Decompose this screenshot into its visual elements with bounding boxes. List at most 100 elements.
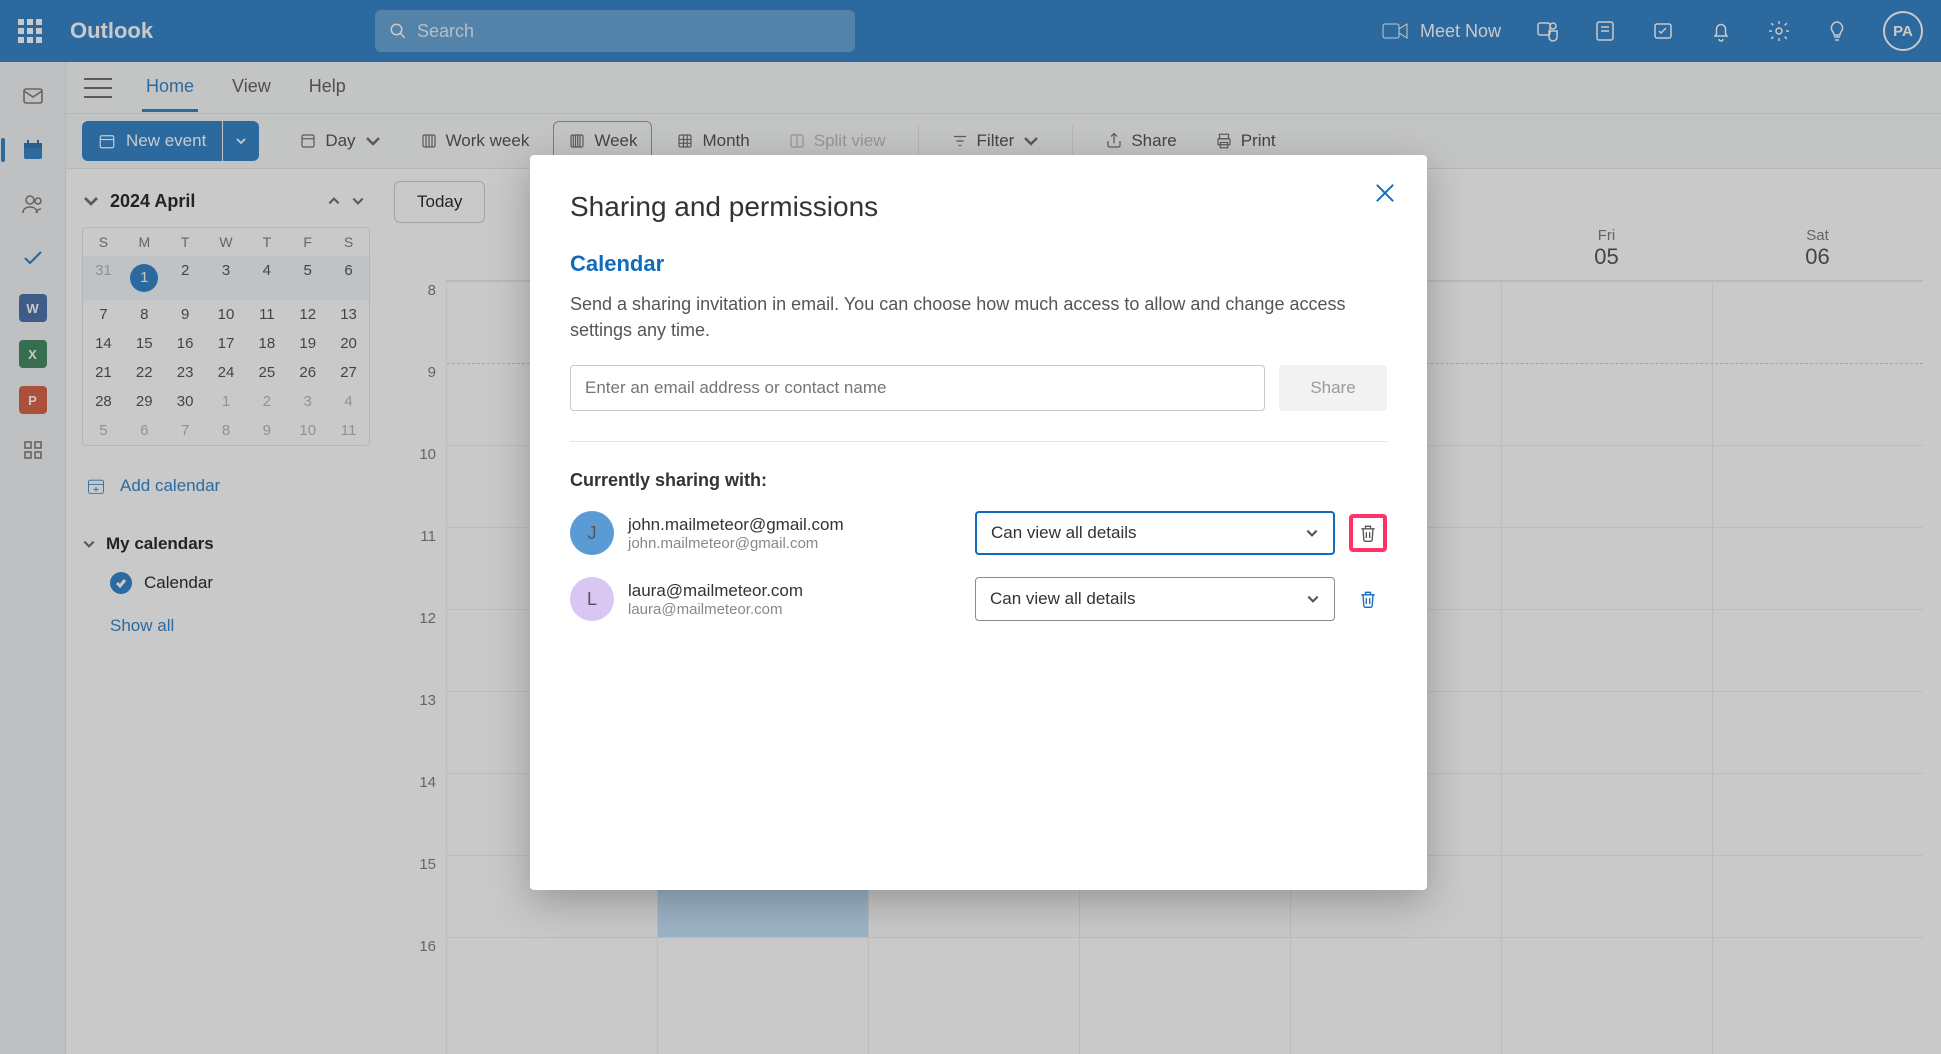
mini-cal-day[interactable]: 28: [83, 387, 124, 416]
rail-calendar[interactable]: [15, 132, 51, 168]
mini-cal-day[interactable]: 26: [287, 358, 328, 387]
chevron-down-icon[interactable]: [82, 192, 100, 210]
mini-cal-day[interactable]: 25: [246, 358, 287, 387]
mini-cal-day[interactable]: 18: [246, 329, 287, 358]
mini-cal-day[interactable]: 3: [287, 387, 328, 416]
rail-more-apps[interactable]: [15, 432, 51, 468]
mini-cal-day[interactable]: 7: [165, 416, 206, 445]
mini-cal-day[interactable]: 6: [124, 416, 165, 445]
month-title: 2024 April: [110, 191, 322, 212]
mini-cal-day[interactable]: 5: [287, 256, 328, 300]
month-prev[interactable]: [322, 189, 346, 213]
nav-toggle-icon[interactable]: [84, 78, 112, 98]
mini-cal-day[interactable]: 10: [287, 416, 328, 445]
mini-calendar[interactable]: SMTWTFS 31123456789101112131415161718192…: [82, 227, 370, 446]
my-calendars-group[interactable]: My calendars: [82, 526, 370, 562]
tab-view[interactable]: View: [228, 64, 275, 112]
rail-people[interactable]: [15, 186, 51, 222]
sharing-permissions-modal: Sharing and permissions Calendar Send a …: [530, 155, 1427, 890]
tab-help[interactable]: Help: [305, 64, 350, 112]
split-icon: [788, 132, 806, 150]
mini-cal-day[interactable]: 27: [328, 358, 369, 387]
mini-cal-day[interactable]: 11: [246, 300, 287, 329]
permission-select[interactable]: Can view all details: [975, 577, 1335, 621]
share-email-input[interactable]: [570, 365, 1265, 411]
time-column: 8910111213141516: [386, 281, 446, 1054]
rail-excel-icon[interactable]: X: [19, 340, 47, 368]
mini-cal-day[interactable]: 10: [206, 300, 247, 329]
calendar-name: Calendar: [570, 251, 1387, 277]
mini-cal-day[interactable]: 21: [83, 358, 124, 387]
mini-cal-day[interactable]: 13: [328, 300, 369, 329]
mini-cal-day[interactable]: 17: [206, 329, 247, 358]
rail-word-icon[interactable]: W: [19, 294, 47, 322]
view-workweek-button[interactable]: Work week: [406, 121, 544, 161]
mini-cal-day[interactable]: 12: [287, 300, 328, 329]
mini-cal-day[interactable]: 11: [328, 416, 369, 445]
mini-cal-day[interactable]: 22: [124, 358, 165, 387]
mini-cal-day[interactable]: 4: [246, 256, 287, 300]
mini-cal-day[interactable]: 2: [246, 387, 287, 416]
remove-share-button[interactable]: [1349, 514, 1387, 552]
gear-icon[interactable]: [1767, 19, 1791, 43]
chevron-down-icon: [1022, 132, 1040, 150]
permission-select[interactable]: Can view all details: [975, 511, 1335, 555]
remove-share-button[interactable]: [1349, 580, 1387, 618]
tips-icon[interactable]: [1825, 19, 1849, 43]
mini-cal-day[interactable]: 30: [165, 387, 206, 416]
mini-cal-day[interactable]: 1: [206, 387, 247, 416]
mini-cal-day[interactable]: 7: [83, 300, 124, 329]
teams-icon[interactable]: [1535, 19, 1559, 43]
command-tabs: Home View Help: [66, 62, 1941, 114]
mini-cal-day[interactable]: 1: [124, 256, 165, 300]
show-all-button[interactable]: Show all: [82, 604, 370, 648]
view-day-button[interactable]: Day: [285, 121, 395, 161]
calendar-list-item[interactable]: Calendar: [82, 562, 370, 604]
mini-cal-day[interactable]: 24: [206, 358, 247, 387]
tab-home[interactable]: Home: [142, 64, 198, 112]
search-input[interactable]: [417, 21, 841, 42]
close-button[interactable]: [1371, 179, 1399, 207]
mini-cal-day[interactable]: 23: [165, 358, 206, 387]
new-event-caret[interactable]: [223, 121, 259, 161]
mini-cal-day[interactable]: 8: [124, 300, 165, 329]
mini-cal-day[interactable]: 29: [124, 387, 165, 416]
mini-cal-day[interactable]: 14: [83, 329, 124, 358]
mini-cal-day[interactable]: 20: [328, 329, 369, 358]
mini-cal-day[interactable]: 6: [328, 256, 369, 300]
rail-tasks[interactable]: [15, 240, 51, 276]
hour-label: 11: [386, 527, 446, 609]
mini-cal-day[interactable]: 15: [124, 329, 165, 358]
modal-title: Sharing and permissions: [570, 191, 1387, 223]
mini-cal-day[interactable]: 9: [165, 300, 206, 329]
mini-cal-day[interactable]: 4: [328, 387, 369, 416]
todo-icon[interactable]: [1651, 19, 1675, 43]
mini-cal-day[interactable]: 9: [246, 416, 287, 445]
entry-name: laura@mailmeteor.com: [628, 581, 961, 601]
new-event-button[interactable]: New event: [82, 121, 222, 161]
rail-powerpoint-icon[interactable]: P: [19, 386, 47, 414]
bell-icon[interactable]: [1709, 19, 1733, 43]
mini-cal-day[interactable]: 8: [206, 416, 247, 445]
search-box[interactable]: [375, 10, 855, 52]
month-header: 2024 April: [82, 189, 370, 213]
add-calendar-button[interactable]: Add calendar: [82, 468, 370, 504]
rail-mail[interactable]: [15, 78, 51, 114]
entry-mail: laura@mailmeteor.com: [628, 601, 961, 618]
hour-label: 10: [386, 445, 446, 527]
user-avatar[interactable]: PA: [1883, 11, 1923, 51]
mini-cal-day[interactable]: 31: [83, 256, 124, 300]
filter-icon: [951, 132, 969, 150]
month-next[interactable]: [346, 189, 370, 213]
app-launcher-icon[interactable]: [18, 19, 42, 43]
entry-name: john.mailmeteor@gmail.com: [628, 515, 961, 535]
week-icon: [568, 132, 586, 150]
mini-cal-day[interactable]: 3: [206, 256, 247, 300]
mini-cal-day[interactable]: 5: [83, 416, 124, 445]
mini-cal-day[interactable]: 2: [165, 256, 206, 300]
mini-cal-day[interactable]: 19: [287, 329, 328, 358]
mini-cal-day[interactable]: 16: [165, 329, 206, 358]
hour-label: 8: [386, 281, 446, 363]
notes-icon[interactable]: [1593, 19, 1617, 43]
meet-now-button[interactable]: Meet Now: [1382, 21, 1501, 42]
